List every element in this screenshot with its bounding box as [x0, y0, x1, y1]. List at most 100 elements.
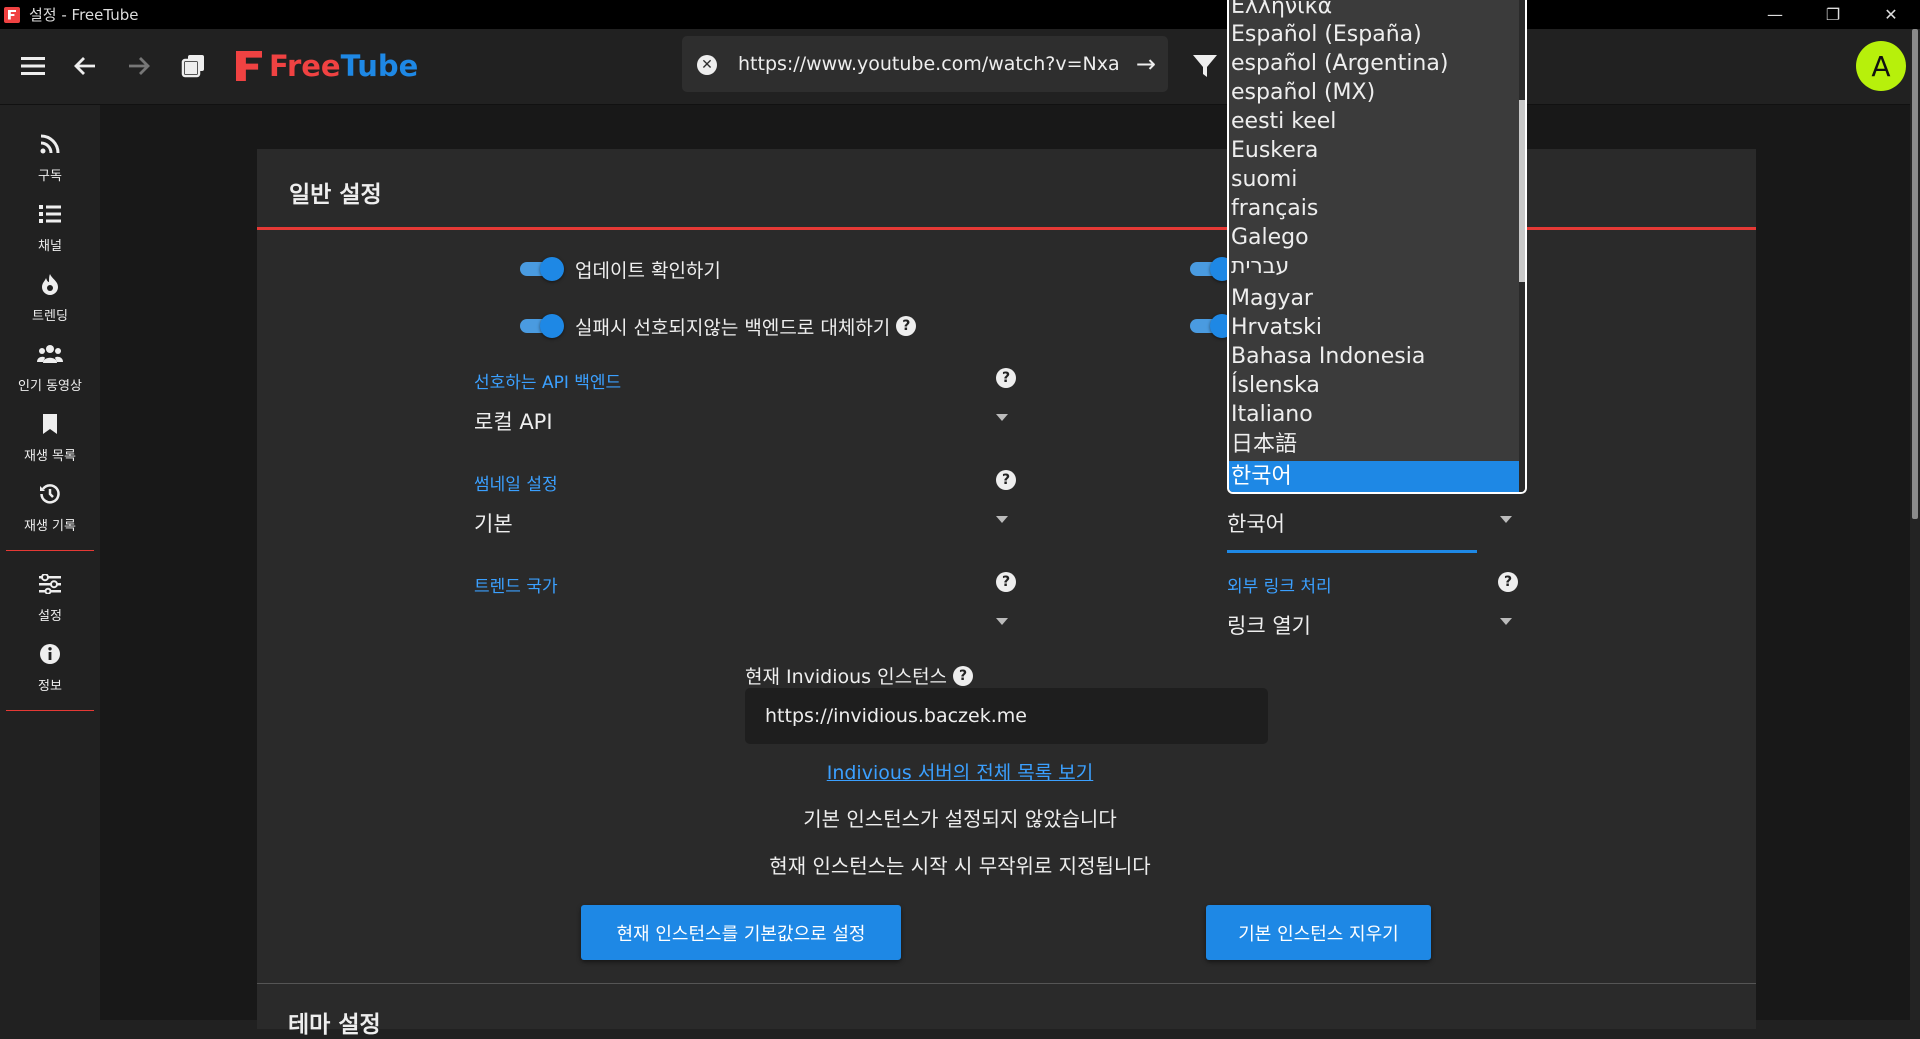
external-link-select[interactable]: 외부 링크 처리 ? 링크 열기 — [1227, 572, 1518, 652]
invidious-server-list-link[interactable]: Indivious 서버의 전체 목록 보기 — [0, 758, 1920, 785]
sidebar-item-history[interactable]: 재생 기록 — [0, 475, 100, 539]
chevron-down-icon — [1500, 516, 1512, 523]
menu-icon[interactable] — [14, 47, 52, 85]
external-link-value: 링크 열기 — [1227, 614, 1311, 638]
locale-option[interactable]: Íslenska — [1229, 371, 1523, 400]
locale-option-selected[interactable]: 한국어 — [1229, 461, 1523, 492]
chevron-down-icon — [996, 618, 1008, 625]
history-icon — [37, 481, 63, 507]
sidebar-label: 정보 — [38, 679, 62, 694]
sidebar-item-subscriptions[interactable]: 구독 — [0, 125, 100, 189]
scrollbar-thumb[interactable] — [1912, 29, 1918, 519]
dropdown-scrollbar-thumb[interactable] — [1519, 100, 1525, 282]
clear-search-icon[interactable]: ✕ — [697, 55, 717, 75]
fire-icon — [37, 271, 63, 297]
api-backend-label: 선호하는 API 백엔드 — [474, 373, 622, 393]
chevron-down-icon — [1500, 618, 1512, 625]
fallback-backend-label: 실패시 선호되지않는 백엔드로 대체하기 — [575, 316, 891, 339]
sidebar-label: 재생 목록 — [24, 449, 76, 464]
theme-settings-title[interactable]: 테마 설정 — [288, 1005, 381, 1039]
help-icon[interactable]: ? — [996, 368, 1016, 388]
sidebar-item-playlists[interactable]: 재생 목록 — [0, 405, 100, 469]
sidebar-label: 채널 — [38, 239, 62, 254]
page-scrollbar[interactable] — [1910, 29, 1920, 1020]
thumbnail-select[interactable]: 썸네일 설정 ? 기본 — [474, 470, 1016, 550]
section-title: 일반 설정 — [289, 182, 382, 208]
locale-option[interactable]: Magyar — [1229, 284, 1523, 313]
locale-option[interactable]: suomi — [1229, 165, 1523, 194]
clear-default-instance-button[interactable]: 기본 인스턴스 지우기 — [1206, 905, 1431, 960]
chevron-down-icon — [996, 516, 1008, 523]
window-titlebar: 설정 - FreeTube — ❐ ✕ — [0, 0, 1920, 29]
sidebar-item-popular[interactable]: 인기 동영상 — [0, 335, 100, 399]
sidebar-item-trending[interactable]: 트렌딩 — [0, 265, 100, 329]
freetube-logo[interactable]: FreeTube — [234, 49, 418, 83]
locale-option[interactable]: Galego — [1229, 223, 1523, 252]
api-backend-select[interactable]: 선호하는 API 백엔드 ? 로컬 API — [474, 368, 1016, 448]
rss-icon — [37, 131, 63, 157]
sidebar-label: 구독 — [38, 169, 62, 184]
locale-option[interactable]: Hrvatski — [1229, 313, 1523, 342]
search-go-icon[interactable]: → — [1136, 50, 1156, 78]
thumbnail-value: 기본 — [474, 512, 513, 536]
trend-country-select[interactable]: 트렌드 국가 ? — [474, 572, 1016, 652]
locale-option[interactable]: Español (España) — [1229, 20, 1523, 49]
check-updates-label: 업데이트 확인하기 — [575, 259, 721, 282]
locale-option[interactable]: Italiano — [1229, 400, 1523, 429]
locale-option[interactable]: español (MX) — [1229, 78, 1523, 107]
sidebar-label: 트렌딩 — [32, 309, 68, 324]
info-icon — [37, 641, 63, 667]
freetube-logo-mark — [234, 50, 264, 82]
new-window-icon[interactable] — [174, 47, 212, 85]
window-title: 설정 - FreeTube — [29, 6, 139, 24]
profile-avatar[interactable]: A — [1856, 41, 1906, 91]
locale-option[interactable]: Bahasa Indonesia — [1229, 342, 1523, 371]
locale-option[interactable]: Ελληνικά — [1229, 0, 1523, 21]
search-input[interactable]: https://www.youtube.com/watch?v=NxaUG — [738, 53, 1118, 75]
invidious-instance-input[interactable]: https://invidious.baczek.me — [745, 688, 1268, 744]
help-icon[interactable]: ? — [953, 665, 974, 686]
check-updates-toggle-row[interactable]: 업데이트 확인하기 — [520, 254, 721, 284]
random-instance-note: 현재 인스턴스는 시작 시 무작위로 지정됩니다 — [769, 854, 1151, 878]
section-header[interactable]: 일반 설정 — [257, 149, 1756, 230]
sidebar-label: 인기 동영상 — [18, 379, 82, 394]
freetube-app-icon — [4, 6, 20, 23]
section-divider — [257, 983, 1756, 984]
locale-option[interactable]: español (Argentina) — [1229, 49, 1523, 78]
help-icon[interactable]: ? — [996, 572, 1016, 592]
locale-option[interactable]: eesti keel — [1229, 107, 1523, 136]
locale-option[interactable]: français — [1229, 194, 1523, 223]
filter-icon[interactable] — [1192, 53, 1218, 79]
locale-option[interactable]: 日本語 — [1229, 430, 1523, 459]
check-updates-toggle[interactable] — [520, 257, 564, 281]
invidious-instance-label: 현재 Invidious 인스턴스 — [745, 666, 948, 688]
maximize-button[interactable]: ❐ — [1804, 0, 1862, 29]
sidebar-item-channels[interactable]: 채널 — [0, 195, 100, 259]
sidebar-item-settings[interactable]: 설정 — [0, 565, 100, 629]
forward-arrow-icon[interactable] — [120, 47, 158, 85]
set-default-instance-button[interactable]: 현재 인스턴스를 기본값으로 설정 — [581, 905, 901, 960]
external-link-label: 외부 링크 처리 — [1227, 577, 1332, 597]
focus-underline — [1227, 550, 1477, 553]
minimize-button[interactable]: — — [1746, 0, 1804, 29]
sidebar-item-about[interactable]: 정보 — [0, 635, 100, 699]
fallback-backend-toggle-row[interactable]: 실패시 선호되지않는 백엔드로 대체하기 ? — [520, 311, 917, 341]
sidebar: 구독 채널 트렌딩 인기 동영상 재생 목록 재생 기록 설정 정보 — [0, 105, 100, 1020]
locale-option[interactable]: Euskera — [1229, 136, 1523, 165]
locale-option[interactable]: עברית — [1229, 252, 1523, 281]
back-arrow-icon[interactable] — [66, 47, 104, 85]
search-bar[interactable]: ✕ https://www.youtube.com/watch?v=NxaUG … — [682, 36, 1168, 92]
api-backend-value: 로컬 API — [474, 410, 553, 434]
sidebar-label: 재생 기록 — [24, 519, 76, 534]
fallback-backend-toggle[interactable] — [520, 314, 564, 338]
sidebar-divider — [6, 550, 94, 551]
help-icon[interactable]: ? — [1498, 572, 1518, 592]
close-window-button[interactable]: ✕ — [1862, 0, 1920, 29]
locale-dropdown-list[interactable]: Ελληνικά Español (España) español (Argen… — [1227, 0, 1527, 494]
locale-value: 한국어 — [1227, 512, 1285, 536]
logo-tube-text: Tube — [340, 49, 419, 83]
list-icon — [37, 201, 63, 227]
help-icon[interactable]: ? — [996, 470, 1016, 490]
dropdown-scrollbar[interactable] — [1519, 0, 1525, 492]
help-icon[interactable]: ? — [896, 316, 917, 336]
